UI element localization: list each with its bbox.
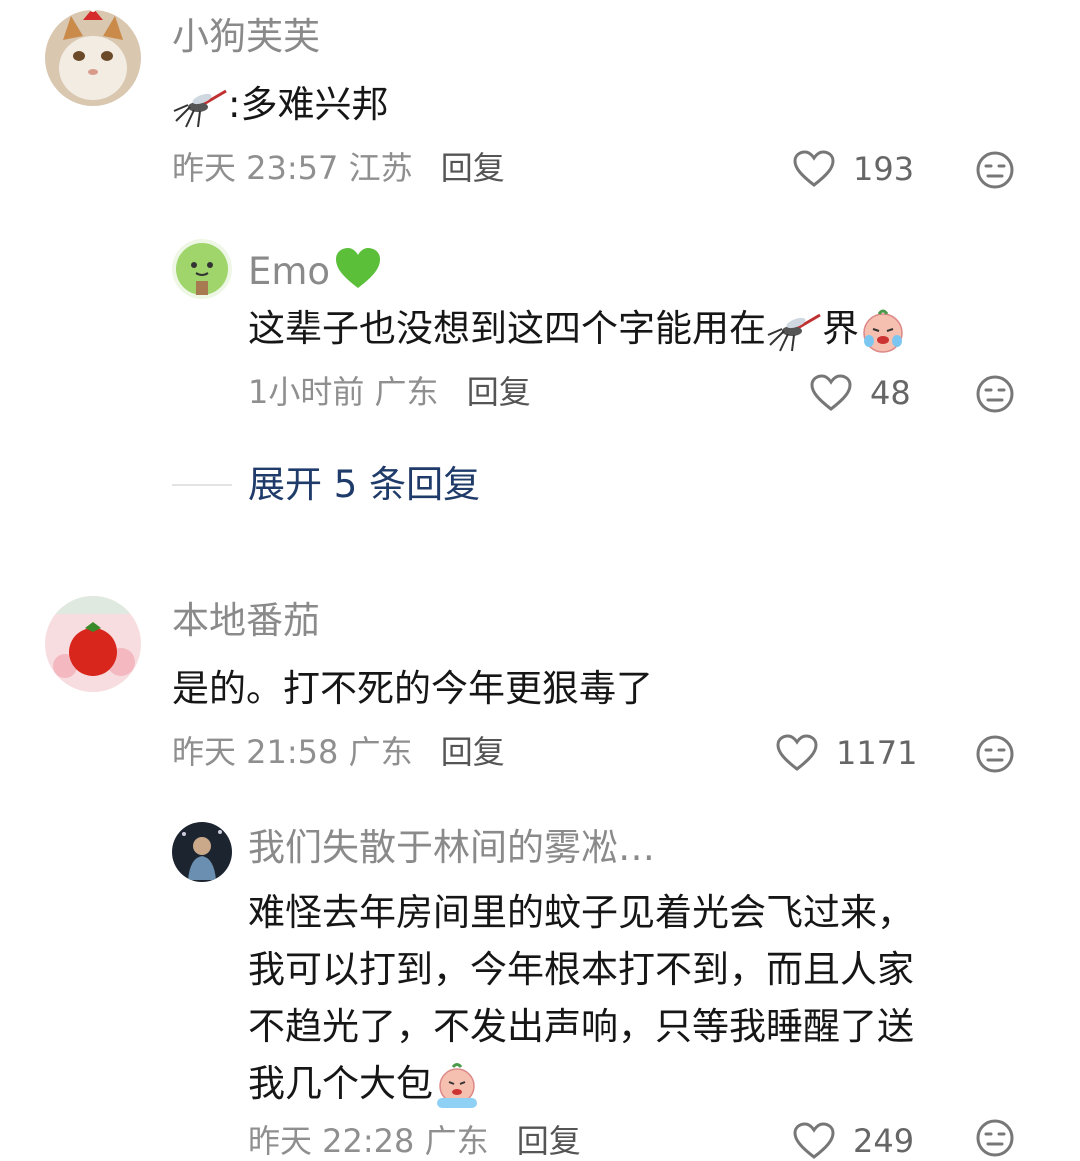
- reply-button[interactable]: 回复: [467, 373, 531, 411]
- comment-text: :多难兴邦: [172, 76, 388, 133]
- like-button[interactable]: 1171: [776, 734, 917, 772]
- reply-time: 1小时前: [248, 373, 365, 411]
- like-count: 193: [853, 150, 915, 188]
- reply-meta: 1小时前 广东 回复: [248, 376, 531, 408]
- meh-face-icon[interactable]: [975, 150, 1015, 190]
- comment-author[interactable]: 本地番茄: [172, 602, 320, 639]
- like-button[interactable]: 249: [793, 1122, 914, 1160]
- reply-text: 这辈子也没想到这四个字能用在 界: [248, 300, 907, 357]
- reply-text: 难怪去年房间里的蚊子见着光会飞过来， 我可以打到，今年根本打不到，而且人家 不趋…: [248, 884, 914, 1112]
- meh-face-icon[interactable]: [975, 734, 1015, 774]
- heart-outline-icon: [793, 1122, 835, 1159]
- avatar[interactable]: [172, 239, 232, 299]
- reply-text-suffix: 界: [822, 307, 859, 350]
- expand-replies-button[interactable]: 展开 5 条回复: [172, 466, 480, 503]
- reply-button[interactable]: 回复: [441, 733, 505, 771]
- reply-text-line: 我几个大包: [248, 1062, 433, 1105]
- comment-text-content: :多难兴邦: [228, 83, 389, 126]
- reply-author[interactable]: 我们失散于林间的雾凇…: [248, 829, 655, 866]
- reply-button[interactable]: 回复: [441, 149, 505, 187]
- like-count: 48: [870, 374, 911, 412]
- reply-text-prefix: 这辈子也没想到这四个字能用在: [248, 307, 766, 350]
- avatar[interactable]: [172, 822, 232, 882]
- avatar[interactable]: [45, 596, 141, 692]
- reply-author[interactable]: Emo: [248, 246, 382, 290]
- meh-face-icon[interactable]: [975, 374, 1015, 414]
- comment-meta: 昨天 23:57 江苏 回复: [172, 152, 505, 184]
- reply-author-name: Emo: [248, 250, 331, 293]
- reply-text-line: 不趋光了，不发出声响，只等我睡醒了送: [248, 1005, 914, 1048]
- meh-face-icon[interactable]: [975, 1118, 1015, 1158]
- comment-item: [0, 0, 1080, 1]
- comment-location: 江苏: [348, 149, 413, 187]
- reply-time: 昨天 22:28: [248, 1122, 415, 1160]
- mosquito-emoji: [767, 313, 821, 351]
- mosquito-emoji: [173, 89, 227, 127]
- crying-face-emoji: [437, 1062, 477, 1108]
- comment-author[interactable]: 小狗芙芙: [172, 18, 320, 55]
- like-count: 249: [853, 1122, 915, 1160]
- green-heart-emoji: [336, 248, 381, 288]
- reply-button[interactable]: 回复: [517, 1122, 581, 1160]
- tomato-avatar-image: [45, 596, 141, 692]
- heart-outline-icon: [810, 374, 852, 411]
- divider: [172, 483, 232, 486]
- heart-outline-icon: [793, 150, 835, 187]
- like-count: 1171: [836, 734, 918, 772]
- reply-text-line: 难怪去年房间里的蚊子见着光会飞过来，: [248, 891, 914, 934]
- green-character-avatar-image: [172, 239, 232, 299]
- crying-face-emoji: [863, 309, 903, 353]
- avatar[interactable]: [45, 10, 141, 106]
- reply-meta: 昨天 22:28 广东 回复: [248, 1125, 581, 1157]
- comment-time: 昨天 23:57: [172, 149, 339, 187]
- comment-time: 昨天 21:58: [172, 733, 339, 771]
- person-avatar-image: [172, 822, 232, 882]
- comment-meta: 昨天 21:58 广东 回复: [172, 736, 505, 768]
- heart-outline-icon: [776, 734, 818, 771]
- comment-text: 是的。打不死的今年更狠毒了: [172, 667, 653, 710]
- comment-location: 广东: [348, 733, 413, 771]
- reply-location: 广东: [374, 373, 439, 411]
- reply-text-line-last: 我几个大包: [248, 1055, 914, 1112]
- like-button[interactable]: 193: [793, 150, 914, 188]
- expand-replies-label: 展开 5 条回复: [248, 463, 481, 506]
- reply-location: 广东: [424, 1122, 489, 1160]
- reply-text-line: 我可以打到，今年根本打不到，而且人家: [248, 948, 914, 991]
- cat-avatar-image: [45, 10, 141, 106]
- like-button[interactable]: 48: [810, 374, 911, 412]
